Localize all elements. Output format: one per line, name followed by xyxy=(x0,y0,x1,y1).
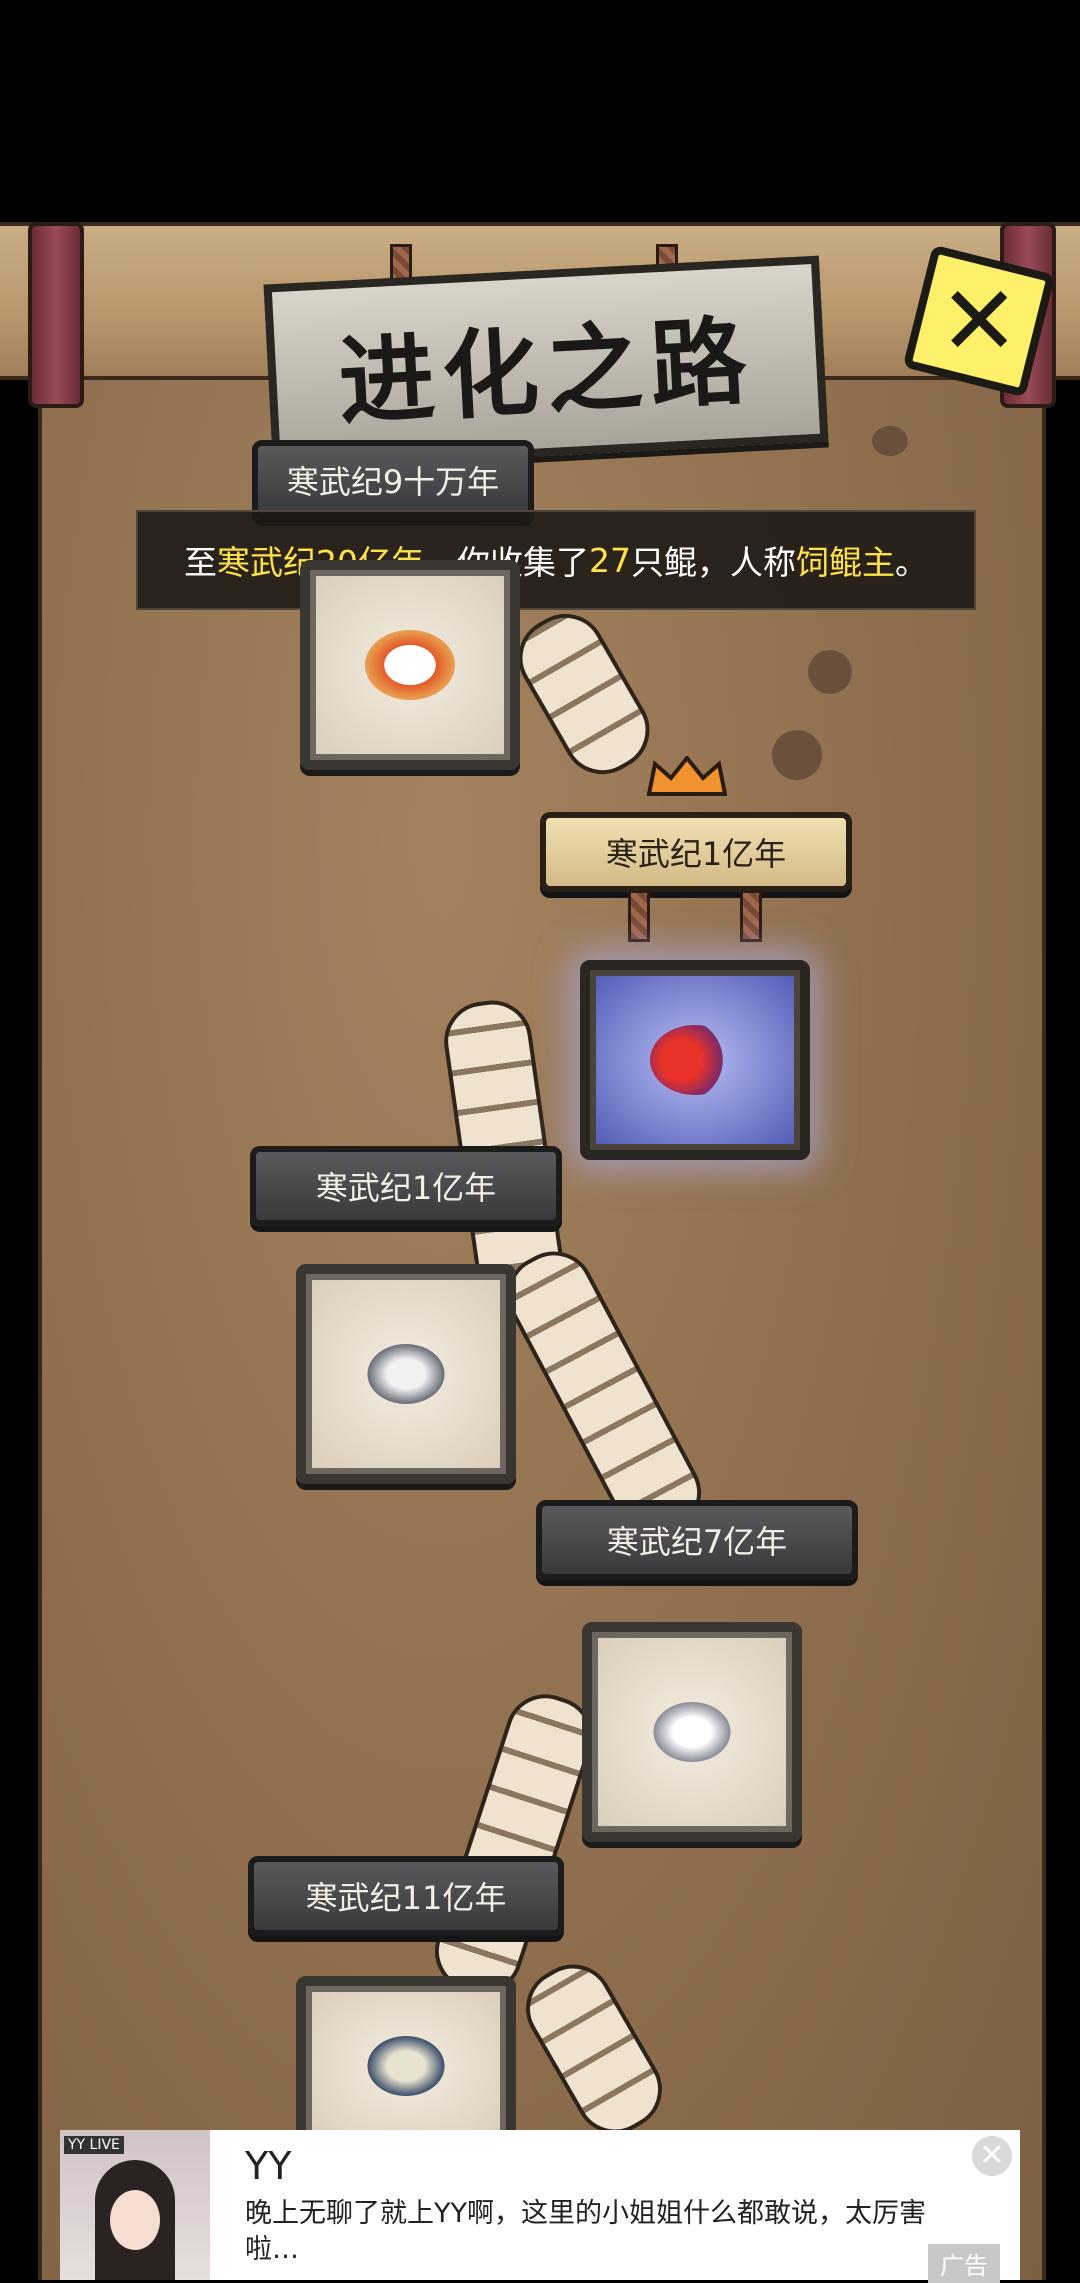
red-winged-fish-icon xyxy=(650,1025,740,1095)
paw-print-icon xyxy=(772,730,822,780)
stage-era-label: 寒武纪11亿年 xyxy=(305,1879,507,1917)
collection-summary: 至寒武纪20亿年，你收集了27只鲲，人称饲鲲主。 xyxy=(136,510,976,610)
paw-print-icon xyxy=(808,650,852,694)
frame-rope xyxy=(628,890,650,942)
stage-frame-active[interactable] xyxy=(580,960,810,1160)
stage-era-sign[interactable]: 寒武纪7亿年 xyxy=(536,1500,858,1580)
close-icon: ✕ xyxy=(938,265,1020,377)
ad-label: 广告 xyxy=(928,2244,1000,2283)
stage-era-label: 寒武纪9十万年 xyxy=(286,463,500,501)
stage-frame[interactable] xyxy=(300,560,520,770)
summary-suffix: 。 xyxy=(895,543,928,582)
stage-era-sign[interactable]: 寒武纪1亿年 xyxy=(250,1146,562,1226)
grey-shark-icon xyxy=(647,1697,737,1767)
stage-era-label: 寒武纪7亿年 xyxy=(606,1523,788,1561)
stage-era-label: 寒武纪1亿年 xyxy=(605,835,787,873)
stage-frame[interactable] xyxy=(296,1976,516,2156)
scroll-cap-left xyxy=(28,222,84,408)
summary-unit: 只鲲，人称 xyxy=(631,543,796,582)
stage-era-sign-active[interactable]: 寒武纪1亿年 xyxy=(540,812,852,892)
round-cartoon-creature-icon xyxy=(365,630,455,700)
ad-brand-badge: YY LIVE xyxy=(64,2136,124,2154)
ad-description: 晚上无聊了就上YY啊，这里的小姐姐什么都敢说，太厉害啦… xyxy=(245,2198,926,2265)
crown-icon xyxy=(647,756,727,796)
stage-frame[interactable] xyxy=(296,1264,516,1484)
frame-rope xyxy=(740,890,762,942)
top-black-bar xyxy=(0,0,1080,222)
ad-banner[interactable]: YY LIVE YY 晚上无聊了就上YY啊，这里的小姐姐什么都敢说，太厉害啦… … xyxy=(60,2130,1020,2283)
summary-prefix: 至 xyxy=(184,543,217,582)
paw-print-icon xyxy=(872,426,908,456)
summary-rank: 饲鲲主 xyxy=(796,543,895,582)
stage-era-label: 寒武纪1亿年 xyxy=(315,1169,497,1207)
ad-title: YY xyxy=(245,2144,292,2188)
summary-count: 27 xyxy=(589,540,631,580)
ad-close-icon[interactable]: ✕ xyxy=(972,2136,1012,2176)
stage-era-sign[interactable]: 寒武纪9十万年 xyxy=(252,440,534,520)
ad-avatar-image: YY LIVE xyxy=(60,2130,210,2280)
page-title: 进化之路 xyxy=(335,303,758,439)
stage-era-sign[interactable]: 寒武纪11亿年 xyxy=(248,1856,564,1936)
avatar-face xyxy=(110,2190,160,2250)
grey-horned-creature-icon xyxy=(361,1339,451,1409)
horned-fish-icon xyxy=(361,2031,451,2101)
title-plank: 进化之路 xyxy=(263,255,829,471)
stage-frame[interactable] xyxy=(582,1622,802,1842)
